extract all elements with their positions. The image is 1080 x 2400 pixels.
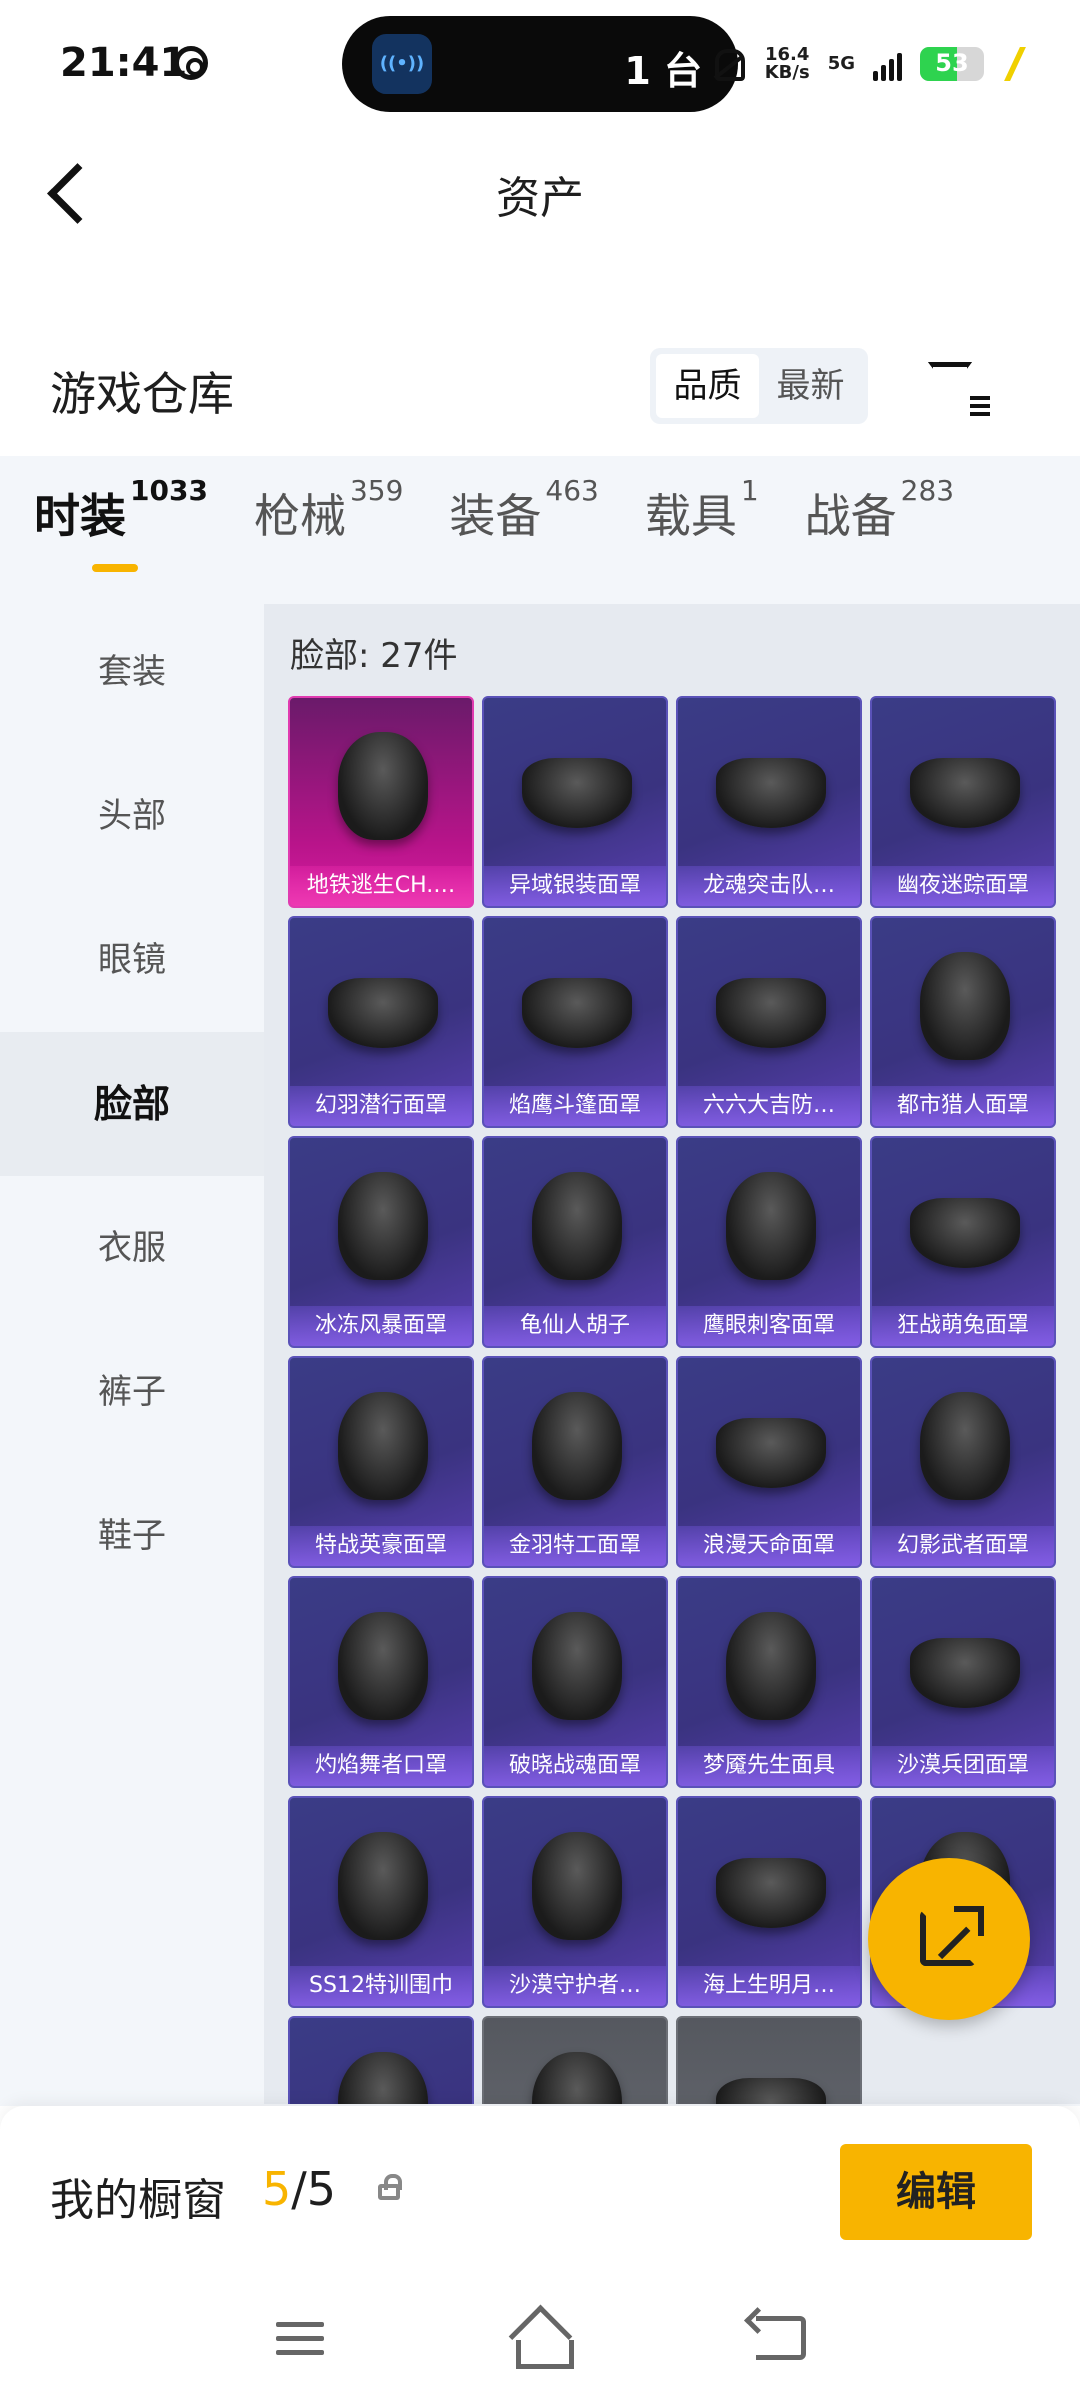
scarf-icon (338, 1832, 428, 1940)
island-count: 1 台 (624, 49, 702, 93)
mask-icon (910, 1198, 1020, 1268)
item-card[interactable] (288, 2016, 474, 2104)
mask-icon (716, 758, 826, 828)
balaclava-icon (338, 732, 428, 840)
sidebar-item-clothes[interactable]: 衣服 (0, 1176, 264, 1320)
mask-icon (910, 1638, 1020, 1708)
sidebar-item-face[interactable]: 脸部 (0, 1032, 264, 1176)
item-card[interactable]: 灼焰舞者口罩 (288, 1576, 474, 1788)
tab-equipment[interactable]: 装备 463 (449, 474, 598, 590)
sidebar: 套装 头部 眼镜 脸部 衣服 裤子 鞋子 (0, 600, 264, 1608)
scarf-icon (338, 1172, 428, 1280)
item-card[interactable]: 鹰眼刺客面罩 (676, 1136, 862, 1348)
item-card[interactable]: 破晓战魂面罩 (482, 1576, 668, 1788)
sort-toggle: 品质 最新 (650, 348, 868, 424)
item-card[interactable]: SS12特训围巾 (288, 1796, 474, 2008)
battery-icon: 53 (920, 47, 984, 81)
sync-icon (174, 46, 208, 80)
my-window-label: 我的橱窗 (50, 2175, 226, 2226)
sidebar-item-pants[interactable]: 裤子 (0, 1320, 264, 1464)
item-card[interactable] (676, 2016, 862, 2104)
share-button[interactable] (868, 1858, 1030, 2020)
network-type: 5G (827, 53, 855, 74)
item-card[interactable]: 沙漠兵团面罩 (870, 1576, 1056, 1788)
item-card[interactable]: 梦魇先生面具 (676, 1576, 862, 1788)
item-card[interactable]: 狂战萌兔面罩 (870, 1136, 1056, 1348)
tab-gear[interactable]: 战备 283 (805, 474, 954, 590)
scarf-icon (338, 1612, 428, 1720)
beard-icon (532, 1172, 622, 1280)
item-card[interactable]: 焰鹰斗篷面罩 (482, 916, 668, 1128)
home-icon[interactable] (510, 2312, 574, 2369)
item-card[interactable] (482, 2016, 668, 2104)
mask-icon (716, 2078, 826, 2104)
helmet-mask-icon (338, 1392, 428, 1500)
item-card[interactable]: 幽夜迷踪面罩 (870, 696, 1056, 908)
clock: 21:41 (60, 40, 188, 86)
menu-icon[interactable] (276, 2318, 324, 2358)
sidebar-item-head[interactable]: 头部 (0, 744, 264, 888)
item-card[interactable]: 沙漠守护者… (482, 1796, 668, 2008)
mask-icon (910, 758, 1020, 828)
filter-icon[interactable] (924, 356, 994, 422)
item-card[interactable]: 浪漫天命面罩 (676, 1356, 862, 1568)
item-card[interactable]: 海上生明月… (676, 1796, 862, 2008)
lock-icon (378, 2174, 402, 2200)
helmet-icon (338, 2052, 428, 2104)
item-count: 脸部: 27件 (290, 636, 458, 676)
mask-icon (522, 758, 632, 828)
sidebar-item-glasses[interactable]: 眼镜 (0, 888, 264, 1032)
item-card[interactable]: 龟仙人胡子 (482, 1136, 668, 1348)
item-card[interactable]: 异域银装面罩 (482, 696, 668, 908)
item-card[interactable]: 幻影武者面罩 (870, 1356, 1056, 1568)
back-nav-icon[interactable] (756, 2316, 806, 2360)
status-icons: 16.4 KB/s 5G 53 (709, 38, 1028, 90)
item-card[interactable]: 特战英豪面罩 (288, 1356, 474, 1568)
anubis-mask-icon (532, 1832, 622, 1940)
tab-vehicles[interactable]: 载具 1 (645, 474, 759, 590)
mask-icon (328, 978, 438, 1048)
item-card[interactable]: 都市猎人面罩 (870, 916, 1056, 1128)
mask-icon (716, 1858, 826, 1928)
gas-mask-icon (920, 1392, 1010, 1500)
edit-button[interactable]: 编辑 (840, 2144, 1032, 2240)
broadcast-icon: ((•)) (372, 34, 432, 94)
net-speed: 16.4 KB/s (764, 44, 810, 83)
page-title: 资产 (496, 173, 584, 224)
mask-icon (532, 2052, 622, 2104)
warehouse-header: 游戏仓库 品质 最新 (0, 340, 1080, 450)
item-card[interactable]: 冰冻风暴面罩 (288, 1136, 474, 1348)
item-card[interactable]: 地铁逃生CH.… (288, 696, 474, 908)
mask-icon (522, 978, 632, 1048)
warehouse-title: 游戏仓库 (50, 367, 234, 421)
sidebar-item-suit[interactable]: 套装 (0, 600, 264, 744)
item-card[interactable]: 六六大吉防… (676, 916, 862, 1128)
sort-new-button[interactable]: 最新 (759, 354, 862, 418)
scarf-icon (920, 952, 1010, 1060)
tab-fashion[interactable]: 时装 1033 (34, 474, 208, 590)
mask-icon (716, 1418, 826, 1488)
category-tabs: 时装 1033 枪械 359 装备 463 载具 1 战备 283 (0, 474, 1080, 590)
window-count: 5/5 (262, 2162, 337, 2216)
plague-mask-icon (726, 1172, 816, 1280)
clown-mask-icon (726, 1612, 816, 1720)
gas-mask-icon (716, 978, 826, 1048)
charging-icon (1002, 47, 1028, 81)
dynamic-island[interactable]: ((•)) 1 台 (342, 16, 738, 112)
signal-icon (873, 47, 902, 81)
showcase-bar: 我的橱窗 5/5 编辑 (0, 2106, 1080, 2296)
tab-guns[interactable]: 枪械 359 (254, 474, 403, 590)
item-card[interactable]: 金羽特工面罩 (482, 1356, 668, 1568)
bell-muted-icon (709, 45, 747, 83)
system-nav (0, 2296, 1080, 2400)
item-card[interactable]: 幻羽潜行面罩 (288, 916, 474, 1128)
wolf-mask-icon (532, 1612, 622, 1720)
item-card[interactable]: 龙魂突击队… (676, 696, 862, 908)
sort-quality-button[interactable]: 品质 (656, 354, 759, 418)
sidebar-item-shoes[interactable]: 鞋子 (0, 1464, 264, 1608)
app-header: 资产 (0, 128, 1080, 258)
status-bar: 21:41 ((•)) 1 台 16.4 KB/s 5G 53 (0, 0, 1080, 128)
goggles-mask-icon (532, 1392, 622, 1500)
